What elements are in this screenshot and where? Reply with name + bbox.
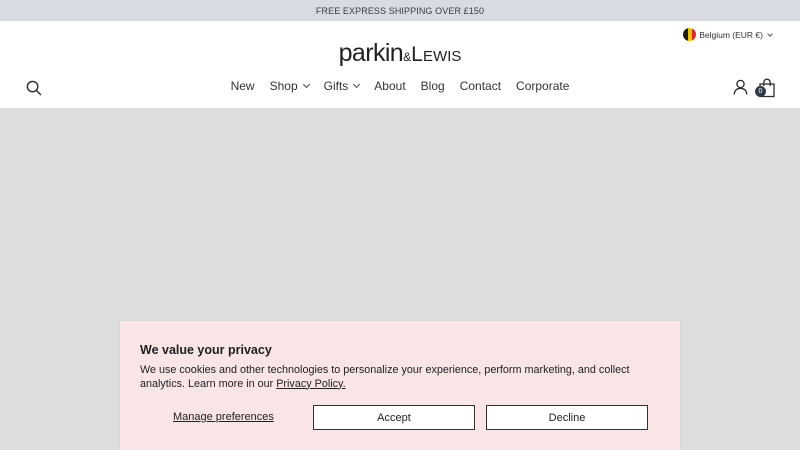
chevron-down-icon: [353, 80, 361, 88]
cookie-banner-title: We value your privacy: [140, 343, 272, 357]
manage-preferences-link[interactable]: Manage preferences: [173, 411, 274, 423]
nav-item-label: Corporate: [516, 79, 570, 93]
nav-item-corporate[interactable]: Corporate: [516, 79, 569, 93]
nav-item-label: Gifts: [323, 79, 349, 93]
nav-item-shop[interactable]: Shop: [269, 79, 310, 93]
cookie-banner-body: We use cookies and other technologies to…: [140, 364, 630, 390]
main-nav: New Shop Gifts About Blog Contact Corpor…: [0, 79, 800, 93]
privacy-policy-link[interactable]: Privacy Policy.: [276, 378, 345, 390]
belgium-flag-icon: [683, 28, 697, 41]
site-header: Belgium (EUR €) parkin&LEWIS New Shop Gi…: [0, 21, 800, 108]
nav-item-gifts[interactable]: Gifts: [323, 79, 361, 93]
logo-part2: L: [411, 43, 424, 66]
nav-item-label: New: [230, 79, 255, 93]
decline-button[interactable]: Decline: [486, 405, 648, 430]
nav-item-blog[interactable]: Blog: [421, 79, 445, 93]
nav-item-label: Shop: [269, 79, 298, 93]
announcement-bar: FREE EXPRESS SHIPPING OVER £150: [0, 0, 800, 21]
chevron-down-icon: [302, 80, 310, 88]
cart-count-badge: 0: [755, 86, 766, 97]
locale-selector[interactable]: Belgium (EUR €): [683, 28, 773, 41]
nav-item-label: Blog: [420, 79, 445, 93]
nav-item-new[interactable]: New: [231, 79, 255, 93]
nav-item-label: Contact: [459, 79, 502, 93]
nav-item-contact[interactable]: Contact: [460, 79, 501, 93]
chevron-down-icon: [767, 30, 773, 37]
site-logo[interactable]: parkin&LEWIS: [0, 41, 800, 66]
account-button[interactable]: [733, 79, 748, 95]
cookie-banner-text: We use cookies and other technologies to…: [140, 364, 660, 391]
cookie-banner: We value your privacy We use cookies and…: [120, 321, 680, 450]
logo-ampersand: &: [403, 50, 412, 64]
logo-part1: parkin: [338, 39, 404, 67]
account-icon: [733, 79, 748, 95]
announcement-text: FREE EXPRESS SHIPPING OVER £150: [315, 5, 485, 16]
nav-item-about[interactable]: About: [374, 79, 405, 93]
locale-label: Belgium (EUR €): [699, 29, 763, 40]
logo-part3: EWIS: [423, 48, 462, 65]
nav-item-label: About: [374, 79, 406, 93]
accept-button[interactable]: Accept: [313, 405, 475, 430]
